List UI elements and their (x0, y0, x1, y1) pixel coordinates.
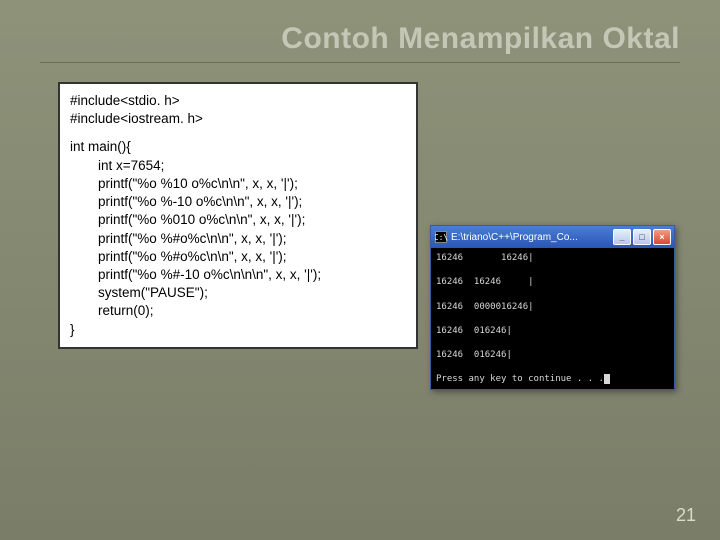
term-line: 16246 016246| (436, 326, 512, 336)
code-line: int x=7654; (70, 157, 406, 175)
term-line: 16246 016246| (436, 350, 512, 360)
terminal-output: 16246 16246| 16246 16246 | 16246 0000016… (431, 248, 674, 389)
code-line: return(0); (70, 302, 406, 320)
code-line: #include<stdio. h> (70, 92, 406, 110)
code-line: int main(){ (70, 138, 406, 156)
code-example-box: #include<stdio. h> #include<iostream. h>… (58, 82, 418, 349)
term-line: 16246 0000016246| (436, 302, 534, 312)
code-line: printf("%o %-10 o%c\n\n", x, x, '|'); (70, 193, 406, 211)
window-titlebar[interactable]: C:\ E:\triano\C++\Program_Co... _ □ × (431, 226, 674, 248)
cursor-icon (604, 374, 610, 384)
term-line: Press any key to continue . . . (436, 374, 604, 384)
code-line: #include<iostream. h> (70, 110, 406, 128)
maximize-button[interactable]: □ (633, 229, 651, 245)
code-line: printf("%o %#o%c\n\n", x, x, '|'); (70, 230, 406, 248)
console-window: C:\ E:\triano\C++\Program_Co... _ □ × 16… (430, 225, 675, 390)
window-title: E:\triano\C++\Program_Co... (451, 232, 578, 243)
code-line: printf("%o %#o%c\n\n", x, x, '|'); (70, 248, 406, 266)
close-button[interactable]: × (653, 229, 671, 245)
code-line: printf("%o %010 o%c\n\n", x, x, '|'); (70, 211, 406, 229)
code-blank-line (70, 128, 406, 138)
minimize-button[interactable]: _ (613, 229, 631, 245)
code-line: printf("%o %#-10 o%c\n\n\n", x, x, '|'); (70, 266, 406, 284)
term-line: 16246 16246 | (436, 277, 534, 287)
term-line: 16246 16246| (436, 253, 534, 263)
slide-title: Contoh Menampilkan Oktal (281, 22, 680, 56)
page-number: 21 (676, 505, 696, 526)
title-underline (40, 62, 680, 63)
cmd-icon: C:\ (435, 231, 447, 243)
code-line: } (70, 321, 406, 339)
code-line: printf("%o %10 o%c\n\n", x, x, '|'); (70, 175, 406, 193)
code-line: system("PAUSE"); (70, 284, 406, 302)
